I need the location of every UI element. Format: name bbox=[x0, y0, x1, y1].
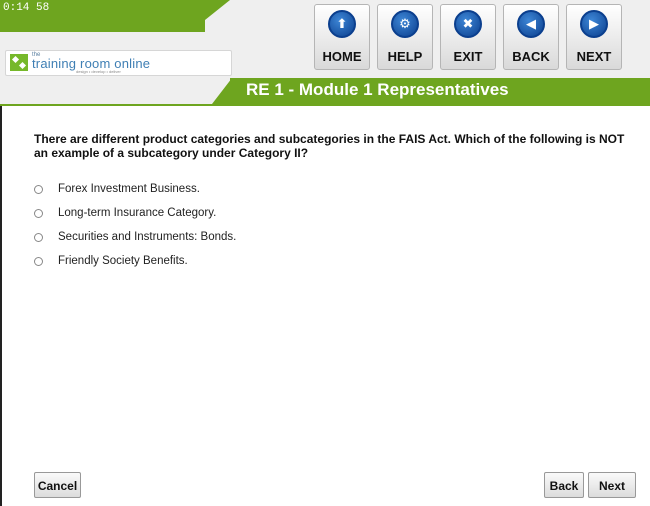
timer: 0:14 58 bbox=[3, 2, 50, 14]
home-icon: ⬆ bbox=[328, 10, 356, 38]
option-label: Securities and Instruments: Bonds. bbox=[58, 231, 237, 243]
header-divider bbox=[0, 104, 650, 106]
next-nav-label: NEXT bbox=[576, 49, 612, 64]
title-bar-slant bbox=[212, 78, 232, 104]
next-nav-button[interactable]: ▶ NEXT bbox=[566, 4, 622, 70]
option-label: Forex Investment Business. bbox=[58, 183, 200, 195]
logo: the training room online design • develo… bbox=[5, 50, 232, 76]
header: 0:14 58 the training room online design … bbox=[0, 0, 650, 106]
exit-label: EXIT bbox=[453, 49, 483, 64]
option-label: Long-term Insurance Category. bbox=[58, 207, 217, 219]
logo-tagline: design • develop • deliver bbox=[76, 69, 121, 74]
option-label: Friendly Society Benefits. bbox=[58, 255, 188, 267]
radio-button[interactable] bbox=[34, 233, 43, 242]
exit-icon: ✖ bbox=[454, 10, 482, 38]
help-icon: ⚙ bbox=[391, 10, 419, 38]
next-button[interactable]: Next bbox=[588, 472, 636, 498]
back-nav-label: BACK bbox=[512, 49, 550, 64]
back-nav-button[interactable]: ◀ BACK bbox=[503, 4, 559, 70]
left-border bbox=[0, 106, 2, 506]
help-label: HELP bbox=[387, 49, 423, 64]
radio-button[interactable] bbox=[34, 185, 43, 194]
back-icon: ◀ bbox=[517, 10, 545, 38]
back-button[interactable]: Back bbox=[544, 472, 584, 498]
cancel-button[interactable]: Cancel bbox=[34, 472, 81, 498]
logo-icon bbox=[10, 54, 28, 71]
home-label: HOME bbox=[322, 49, 362, 64]
home-button[interactable]: ⬆ HOME bbox=[314, 4, 370, 70]
page-title: RE 1 - Module 1 Representatives bbox=[246, 80, 509, 99]
next-icon: ▶ bbox=[580, 10, 608, 38]
help-button[interactable]: ⚙ HELP bbox=[377, 4, 433, 70]
nav-buttons: ⬆ HOME ⚙ HELP ✖ EXIT ◀ BACK ▶ NEXT bbox=[314, 4, 629, 76]
question-text: There are different product categories a… bbox=[34, 132, 625, 160]
radio-button[interactable] bbox=[34, 257, 43, 266]
radio-button[interactable] bbox=[34, 209, 43, 218]
timer-tab-slant bbox=[190, 0, 230, 32]
exit-button[interactable]: ✖ EXIT bbox=[440, 4, 496, 70]
